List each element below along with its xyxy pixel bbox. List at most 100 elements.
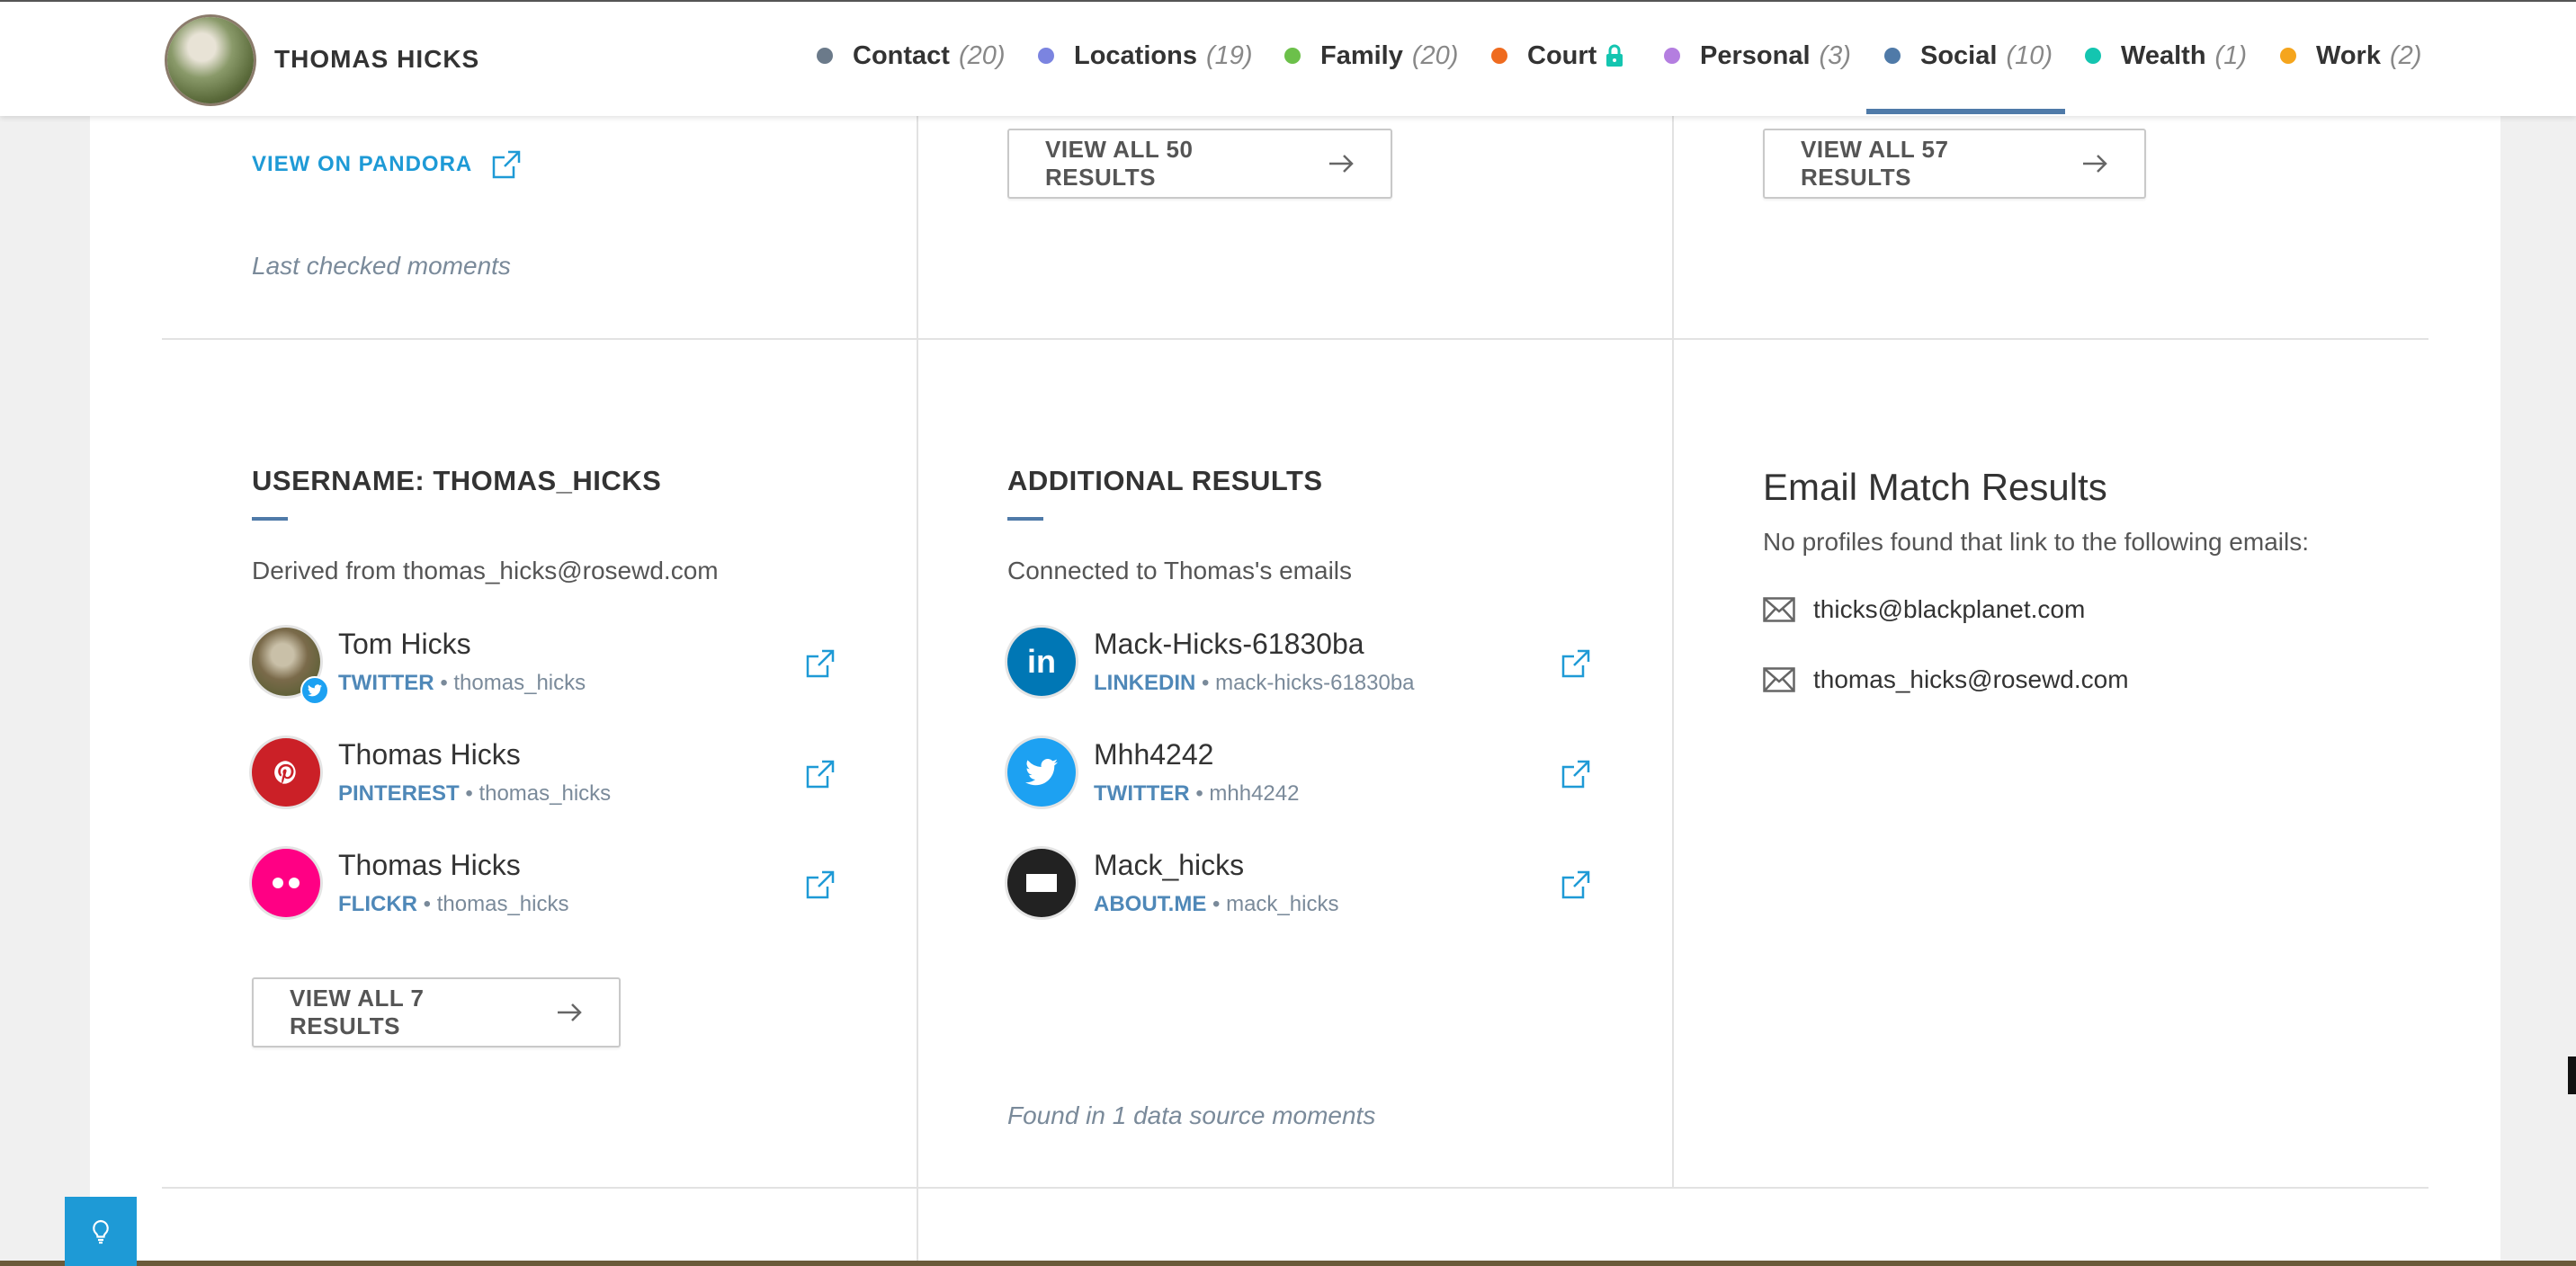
external-link-icon[interactable] — [1560, 869, 1592, 905]
linkedin-icon: in — [1007, 628, 1076, 696]
status-dot-icon — [1284, 48, 1301, 64]
profile-name: Mhh4242 — [1094, 738, 1214, 771]
twitter-badge-icon — [300, 676, 329, 705]
nav-personal[interactable]: Personal (3) — [1664, 38, 1851, 74]
email-address: thicks@blackplanet.com — [1813, 595, 2086, 623]
profile-meta: ABOUT.ME • mack_hicks — [1094, 892, 1338, 917]
arrow-right-icon — [2081, 154, 2108, 174]
profile-result[interactable]: in Mack-Hicks-61830ba LINKEDIN • mack-hi… — [1007, 628, 1592, 718]
profile-result[interactable]: Thomas Hicks PINTEREST • thomas_hicks — [252, 738, 836, 828]
row-divider — [162, 338, 2428, 340]
nav-contact[interactable]: Contact (20) — [817, 38, 1006, 74]
network-label: TWITTER — [338, 671, 434, 695]
column-divider — [917, 116, 918, 1266]
title-underline — [1007, 517, 1043, 521]
nav-work[interactable]: Work (2) — [2280, 38, 2421, 74]
derived-from-text: Derived from thomas_hicks@rosewd.com — [252, 557, 719, 584]
separator: • — [1202, 671, 1210, 695]
nav-count: (2) — [2389, 40, 2422, 70]
nav-count: (19) — [1205, 40, 1253, 70]
link-label: VIEW ON PANDORA — [252, 152, 473, 176]
separator: • — [423, 892, 432, 916]
profile-name: Tom Hicks — [338, 628, 471, 660]
external-link-icon[interactable] — [804, 647, 836, 684]
email-match-desc: No profiles found that link to the follo… — [1763, 528, 2309, 556]
view-all-57-button[interactable]: VIEW ALL 57 RESULTS — [1763, 129, 2146, 199]
scroll-handle[interactable] — [2568, 1056, 2576, 1094]
lock-icon — [1606, 44, 1623, 67]
network-label: LINKEDIN — [1094, 671, 1196, 695]
status-dot-icon — [1491, 48, 1507, 64]
lightbulb-icon — [92, 1219, 110, 1244]
aboutme-icon — [1007, 849, 1076, 917]
connected-text: Connected to Thomas's emails — [1007, 557, 1353, 584]
arrow-right-icon — [1328, 154, 1355, 174]
profile-meta: PINTEREST • thomas_hicks — [338, 781, 611, 807]
status-dot-icon — [1884, 48, 1901, 64]
envelope-icon — [1763, 667, 1795, 692]
nav-count: (10) — [2006, 40, 2053, 70]
external-link-icon[interactable] — [1560, 758, 1592, 795]
nav-locations[interactable]: Locations (19) — [1038, 38, 1253, 74]
status-dot-icon — [2085, 48, 2101, 64]
nav-count: (3) — [1819, 40, 1851, 70]
nav-label: Wealth — [2121, 40, 2206, 70]
external-link-icon[interactable] — [1560, 647, 1592, 684]
view-on-pandora-link[interactable]: VIEW ON PANDORA — [252, 148, 523, 181]
nav-count: (20) — [958, 40, 1006, 70]
nav-label: Locations — [1074, 40, 1197, 70]
envelope-icon — [1763, 597, 1795, 622]
nav-label: Court — [1527, 40, 1597, 70]
nav-label: Contact — [853, 40, 950, 70]
email-address: thomas_hicks@rosewd.com — [1813, 665, 2129, 693]
username-section-title: USERNAME: THOMAS_HICKS — [252, 465, 662, 496]
button-label: VIEW ALL 50 RESULTS — [1045, 136, 1194, 191]
button-label: VIEW ALL 57 RESULTS — [1801, 136, 1949, 191]
tips-button[interactable] — [65, 1197, 137, 1266]
nav-family[interactable]: Family (20) — [1284, 38, 1458, 74]
status-dot-icon — [2280, 48, 2296, 64]
profile-result[interactable]: Tom Hicks TWITTER • thomas_hicks — [252, 628, 836, 718]
separator: • — [465, 781, 473, 806]
status-dot-icon — [1038, 48, 1054, 64]
external-link-icon[interactable] — [804, 758, 836, 795]
network-label: TWITTER — [1094, 781, 1190, 806]
found-in-note: Found in 1 data source moments — [1007, 1101, 1376, 1129]
profile-meta: TWITTER • thomas_hicks — [338, 671, 586, 696]
handle-label: thomas_hicks — [453, 671, 586, 695]
active-tab-indicator — [1866, 109, 2065, 114]
main-content: VIEW ON PANDORA Last checked moments VIE… — [90, 116, 2500, 1266]
external-link-icon — [490, 148, 523, 181]
nav-count: (1) — [2214, 40, 2247, 70]
separator: • — [1195, 781, 1203, 806]
network-label: FLICKR — [338, 892, 417, 916]
handle-label: mack_hicks — [1226, 892, 1339, 916]
profile-meta: FLICKR • thomas_hicks — [338, 892, 568, 917]
column-divider — [1672, 116, 1674, 1189]
view-all-50-button[interactable]: VIEW ALL 50 RESULTS — [1007, 129, 1392, 199]
profile-result[interactable]: Mack_hicks ABOUT.ME • mack_hicks — [1007, 849, 1592, 939]
twitter-icon — [1007, 738, 1076, 807]
nav-court[interactable]: Court — [1491, 38, 1623, 74]
status-dot-icon — [1664, 48, 1680, 64]
view-all-7-button[interactable]: VIEW ALL 7 RESULTS — [252, 977, 621, 1048]
email-item: thicks@blackplanet.com — [1763, 595, 2085, 624]
profile-meta: TWITTER • mhh4242 — [1094, 781, 1299, 807]
external-link-icon[interactable] — [804, 869, 836, 905]
profile-meta: LINKEDIN • mack-hicks-61830ba — [1094, 671, 1415, 696]
profile-avatar[interactable] — [167, 17, 254, 103]
additional-results-title: ADDITIONAL RESULTS — [1007, 465, 1323, 496]
nav-label: Work — [2316, 40, 2381, 70]
email-match-title: Email Match Results — [1763, 466, 2107, 508]
nav-count: (20) — [1411, 40, 1459, 70]
bottom-edge — [0, 1261, 2576, 1266]
arrow-right-icon — [556, 1003, 583, 1022]
nav-social[interactable]: Social (10) — [1884, 38, 2053, 74]
profile-result[interactable]: Thomas Hicks FLICKR • thomas_hicks — [252, 849, 836, 939]
profile-name: Mack-Hicks-61830ba — [1094, 628, 1364, 660]
handle-label: mhh4242 — [1209, 781, 1300, 806]
network-label: PINTEREST — [338, 781, 460, 806]
profile-result[interactable]: Mhh4242 TWITTER • mhh4242 — [1007, 738, 1592, 828]
handle-label: mack-hicks-61830ba — [1215, 671, 1415, 695]
nav-wealth[interactable]: Wealth (1) — [2085, 38, 2247, 74]
